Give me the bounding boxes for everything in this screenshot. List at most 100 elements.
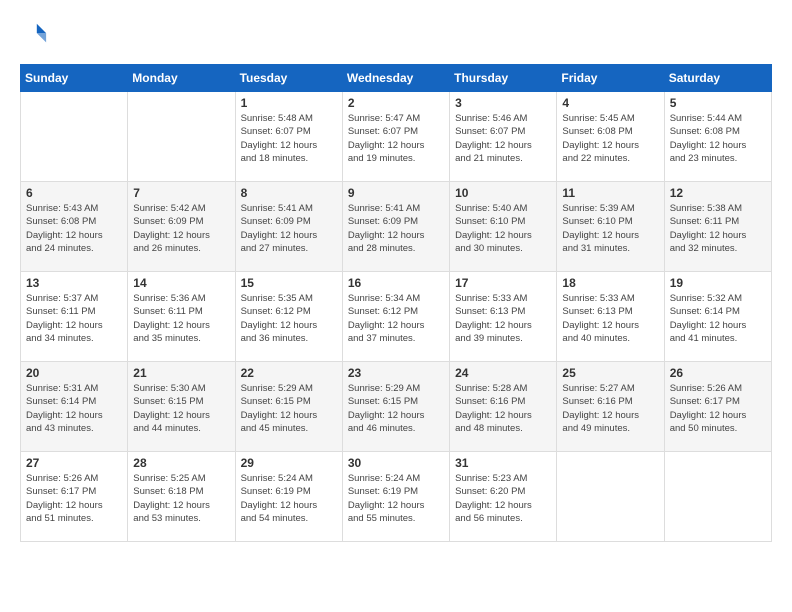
day-info: Sunrise: 5:34 AM Sunset: 6:12 PM Dayligh… (348, 292, 444, 345)
day-number: 19 (670, 276, 766, 290)
calendar-cell: 3 Sunrise: 5:46 AM Sunset: 6:07 PM Daylig… (450, 92, 557, 182)
calendar-header-tuesday: Tuesday (235, 65, 342, 92)
day-number: 28 (133, 456, 229, 470)
calendar-cell: 26Sunrise: 5:26 AM Sunset: 6:17 PM Dayli… (664, 362, 771, 452)
day-info: Sunrise: 5:25 AM Sunset: 6:18 PM Dayligh… (133, 472, 229, 525)
calendar-cell (557, 452, 664, 542)
day-info: Sunrise: 5:40 AM Sunset: 6:10 PM Dayligh… (455, 202, 551, 255)
calendar-cell: 1 Sunrise: 5:48 AM Sunset: 6:07 PM Daylig… (235, 92, 342, 182)
day-info: Sunrise: 5:39 AM Sunset: 6:10 PM Dayligh… (562, 202, 658, 255)
calendar-cell: 20 Sunrise: 5:31 AM Sunset: 6:14 PM Dayli… (21, 362, 128, 452)
day-info: Sunrise: 5:24 AM Sunset: 6:19 PM Dayligh… (348, 472, 444, 525)
day-number: 15 (241, 276, 337, 290)
calendar-cell: 31Sunrise: 5:23 AM Sunset: 6:20 PM Dayli… (450, 452, 557, 542)
day-info: Sunrise: 5:43 AM Sunset: 6:08 PM Dayligh… (26, 202, 122, 255)
logo-icon (20, 20, 48, 48)
day-number: 27 (26, 456, 122, 470)
day-number: 17 (455, 276, 551, 290)
calendar-header-row: SundayMondayTuesdayWednesdayThursdayFrid… (21, 65, 772, 92)
calendar-cell: 21 Sunrise: 5:30 AM Sunset: 6:15 PM Dayli… (128, 362, 235, 452)
calendar-cell: 2 Sunrise: 5:47 AM Sunset: 6:07 PM Daylig… (342, 92, 449, 182)
day-info: Sunrise: 5:33 AM Sunset: 6:13 PM Dayligh… (562, 292, 658, 345)
calendar-cell: 24Sunrise: 5:28 AM Sunset: 6:16 PM Dayli… (450, 362, 557, 452)
day-info: Sunrise: 5:42 AM Sunset: 6:09 PM Dayligh… (133, 202, 229, 255)
day-number: 12 (670, 186, 766, 200)
calendar-cell: 15 Sunrise: 5:35 AM Sunset: 6:12 PM Dayli… (235, 272, 342, 362)
day-info: Sunrise: 5:31 AM Sunset: 6:14 PM Dayligh… (26, 382, 122, 435)
calendar-cell: 11 Sunrise: 5:39 AM Sunset: 6:10 PM Dayli… (557, 182, 664, 272)
calendar-header-monday: Monday (128, 65, 235, 92)
day-info: Sunrise: 5:47 AM Sunset: 6:07 PM Dayligh… (348, 112, 444, 165)
calendar-week-1: 1 Sunrise: 5:48 AM Sunset: 6:07 PM Daylig… (21, 92, 772, 182)
day-number: 25 (562, 366, 658, 380)
calendar-table: SundayMondayTuesdayWednesdayThursdayFrid… (20, 64, 772, 542)
day-info: Sunrise: 5:29 AM Sunset: 6:15 PM Dayligh… (241, 382, 337, 435)
day-number: 8 (241, 186, 337, 200)
day-number: 31 (455, 456, 551, 470)
calendar-cell: 13 Sunrise: 5:37 AM Sunset: 6:11 PM Dayli… (21, 272, 128, 362)
day-number: 6 (26, 186, 122, 200)
day-info: Sunrise: 5:36 AM Sunset: 6:11 PM Dayligh… (133, 292, 229, 345)
day-number: 1 (241, 96, 337, 110)
day-number: 11 (562, 186, 658, 200)
day-info: Sunrise: 5:41 AM Sunset: 6:09 PM Dayligh… (348, 202, 444, 255)
calendar-header-sunday: Sunday (21, 65, 128, 92)
day-number: 18 (562, 276, 658, 290)
day-info: Sunrise: 5:24 AM Sunset: 6:19 PM Dayligh… (241, 472, 337, 525)
day-number: 20 (26, 366, 122, 380)
calendar-week-3: 13 Sunrise: 5:37 AM Sunset: 6:11 PM Dayli… (21, 272, 772, 362)
day-number: 16 (348, 276, 444, 290)
calendar-body: 1 Sunrise: 5:48 AM Sunset: 6:07 PM Daylig… (21, 92, 772, 542)
calendar-week-5: 27Sunrise: 5:26 AM Sunset: 6:17 PM Dayli… (21, 452, 772, 542)
day-info: Sunrise: 5:44 AM Sunset: 6:08 PM Dayligh… (670, 112, 766, 165)
calendar-cell: 6 Sunrise: 5:43 AM Sunset: 6:08 PM Daylig… (21, 182, 128, 272)
day-number: 7 (133, 186, 229, 200)
day-number: 23 (348, 366, 444, 380)
day-number: 29 (241, 456, 337, 470)
calendar-cell: 5 Sunrise: 5:44 AM Sunset: 6:08 PM Daylig… (664, 92, 771, 182)
calendar-cell: 4Sunrise: 5:45 AM Sunset: 6:08 PM Daylig… (557, 92, 664, 182)
calendar-cell: 16 Sunrise: 5:34 AM Sunset: 6:12 PM Dayli… (342, 272, 449, 362)
day-number: 21 (133, 366, 229, 380)
calendar-cell (664, 452, 771, 542)
day-info: Sunrise: 5:27 AM Sunset: 6:16 PM Dayligh… (562, 382, 658, 435)
calendar-cell (21, 92, 128, 182)
day-info: Sunrise: 5:29 AM Sunset: 6:15 PM Dayligh… (348, 382, 444, 435)
calendar-header-friday: Friday (557, 65, 664, 92)
day-number: 9 (348, 186, 444, 200)
calendar-cell: 29 Sunrise: 5:24 AM Sunset: 6:19 PM Dayli… (235, 452, 342, 542)
page-header (20, 20, 772, 48)
day-info: Sunrise: 5:35 AM Sunset: 6:12 PM Dayligh… (241, 292, 337, 345)
calendar-cell: 18 Sunrise: 5:33 AM Sunset: 6:13 PM Dayli… (557, 272, 664, 362)
day-info: Sunrise: 5:37 AM Sunset: 6:11 PM Dayligh… (26, 292, 122, 345)
calendar-cell: 9 Sunrise: 5:41 AM Sunset: 6:09 PM Daylig… (342, 182, 449, 272)
day-info: Sunrise: 5:45 AM Sunset: 6:08 PM Dayligh… (562, 112, 658, 165)
calendar-cell: 14Sunrise: 5:36 AM Sunset: 6:11 PM Dayli… (128, 272, 235, 362)
day-info: Sunrise: 5:33 AM Sunset: 6:13 PM Dayligh… (455, 292, 551, 345)
day-info: Sunrise: 5:30 AM Sunset: 6:15 PM Dayligh… (133, 382, 229, 435)
calendar-cell: 12 Sunrise: 5:38 AM Sunset: 6:11 PM Dayli… (664, 182, 771, 272)
calendar-cell: 7 Sunrise: 5:42 AM Sunset: 6:09 PM Daylig… (128, 182, 235, 272)
calendar-header-wednesday: Wednesday (342, 65, 449, 92)
calendar-cell: 28 Sunrise: 5:25 AM Sunset: 6:18 PM Dayli… (128, 452, 235, 542)
calendar-cell: 22 Sunrise: 5:29 AM Sunset: 6:15 PM Dayli… (235, 362, 342, 452)
day-info: Sunrise: 5:46 AM Sunset: 6:07 PM Dayligh… (455, 112, 551, 165)
day-number: 26 (670, 366, 766, 380)
day-number: 30 (348, 456, 444, 470)
day-info: Sunrise: 5:48 AM Sunset: 6:07 PM Dayligh… (241, 112, 337, 165)
day-number: 5 (670, 96, 766, 110)
calendar-week-4: 20 Sunrise: 5:31 AM Sunset: 6:14 PM Dayli… (21, 362, 772, 452)
calendar-cell: 27Sunrise: 5:26 AM Sunset: 6:17 PM Dayli… (21, 452, 128, 542)
day-number: 2 (348, 96, 444, 110)
day-number: 3 (455, 96, 551, 110)
day-number: 22 (241, 366, 337, 380)
calendar-cell: 23 Sunrise: 5:29 AM Sunset: 6:15 PM Dayli… (342, 362, 449, 452)
calendar-cell (128, 92, 235, 182)
day-info: Sunrise: 5:38 AM Sunset: 6:11 PM Dayligh… (670, 202, 766, 255)
day-number: 13 (26, 276, 122, 290)
day-info: Sunrise: 5:32 AM Sunset: 6:14 PM Dayligh… (670, 292, 766, 345)
calendar-header-saturday: Saturday (664, 65, 771, 92)
day-info: Sunrise: 5:28 AM Sunset: 6:16 PM Dayligh… (455, 382, 551, 435)
calendar-header-thursday: Thursday (450, 65, 557, 92)
logo (20, 20, 52, 48)
